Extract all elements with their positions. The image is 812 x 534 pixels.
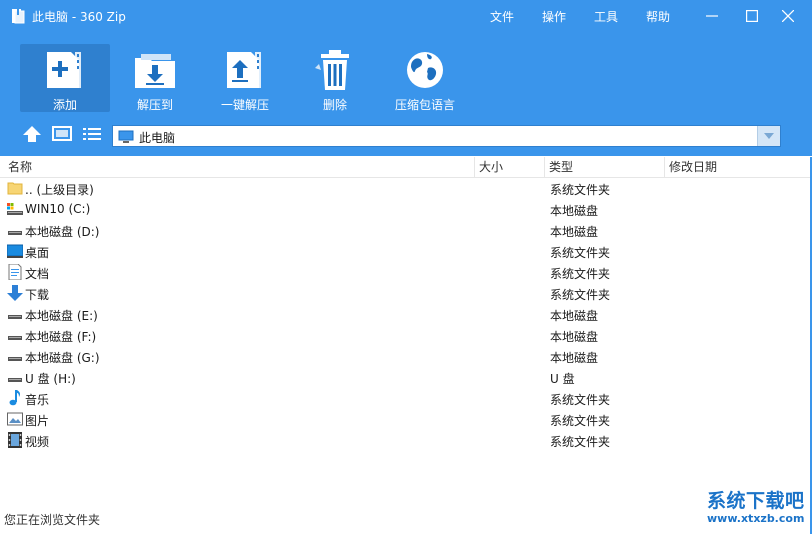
extract-to-icon bbox=[135, 54, 175, 88]
watermark-url: www.xtxzb.com bbox=[707, 512, 805, 525]
item-name: 下载 bbox=[25, 288, 50, 302]
list-item[interactable]: 桌面 系统文件夹 bbox=[0, 241, 812, 262]
list-item[interactable]: 本地磁盘 (E:) 本地磁盘 bbox=[0, 304, 812, 325]
this-pc-icon bbox=[118, 130, 134, 147]
list-item[interactable]: 音乐 系统文件夹 bbox=[0, 388, 812, 409]
watermark-logo: 系统下载吧 bbox=[707, 490, 805, 512]
document-icon bbox=[7, 263, 23, 281]
drive-icon bbox=[7, 327, 23, 343]
system-drive-icon bbox=[7, 201, 23, 217]
item-type: 系统文件夹 bbox=[550, 435, 611, 449]
menu-operation[interactable]: 操作 bbox=[542, 8, 566, 25]
item-name: 桌面 bbox=[25, 246, 50, 260]
close-button[interactable] bbox=[766, 0, 812, 32]
globe-icon bbox=[407, 52, 443, 88]
drive-icon bbox=[7, 348, 23, 364]
archive-language-button[interactable]: 压缩包语言 bbox=[380, 44, 470, 112]
list-item[interactable]: 本地磁盘 (F:) 本地磁盘 bbox=[0, 325, 812, 346]
list-item[interactable]: .. (上级目录) 系统文件夹 bbox=[0, 178, 812, 199]
delete-label: 删除 bbox=[322, 98, 347, 112]
item-type: 本地磁盘 bbox=[550, 204, 599, 218]
up-folder-button[interactable] bbox=[22, 125, 42, 143]
item-name: 本地磁盘 (D:) bbox=[25, 225, 100, 239]
parent-folder-icon bbox=[7, 180, 23, 196]
up-arrow-icon bbox=[23, 126, 41, 142]
item-name: 图片 bbox=[25, 414, 50, 428]
item-type: 本地磁盘 bbox=[550, 309, 599, 323]
archive-language-label: 压缩包语言 bbox=[394, 98, 455, 112]
list-item[interactable]: U 盘 (H:) U 盘 bbox=[0, 367, 812, 388]
item-type: 系统文件夹 bbox=[550, 288, 611, 302]
item-name: 本地磁盘 (E:) bbox=[25, 309, 98, 323]
item-name: U 盘 (H:) bbox=[25, 372, 76, 386]
list-item[interactable]: 文档 系统文件夹 bbox=[0, 262, 812, 283]
menu-help[interactable]: 帮助 bbox=[646, 8, 670, 25]
header-type[interactable]: 类型 bbox=[545, 157, 665, 177]
list-view-button[interactable] bbox=[82, 125, 102, 143]
header-name[interactable]: 名称 bbox=[4, 157, 475, 177]
item-type: 本地磁盘 bbox=[550, 330, 599, 344]
minimize-icon bbox=[706, 15, 718, 17]
title-bar: 此电脑 - 360 Zip 文件 操作 工具 帮助 bbox=[0, 0, 812, 32]
add-button-label: 添加 bbox=[52, 98, 77, 112]
item-name: 本地磁盘 (G:) bbox=[25, 351, 100, 365]
delete-button[interactable]: 删除 bbox=[290, 44, 380, 112]
thumbnail-view-button[interactable] bbox=[52, 125, 72, 143]
item-type: 系统文件夹 bbox=[550, 267, 611, 281]
toolbar: 添加 解压到 一键解压 删除 压缩包语言 此电脑 bbox=[0, 32, 812, 156]
close-icon bbox=[782, 10, 794, 22]
item-name: 音乐 bbox=[25, 393, 50, 407]
list-item[interactable]: 本地磁盘 (G:) 本地磁盘 bbox=[0, 346, 812, 367]
trash-icon bbox=[315, 50, 349, 90]
item-type: U 盘 bbox=[550, 372, 575, 386]
address-dropdown-button[interactable] bbox=[757, 126, 780, 146]
item-name: WIN10 (C:) bbox=[25, 202, 91, 216]
address-path: 此电脑 bbox=[139, 131, 176, 145]
window-title: 此电脑 - 360 Zip bbox=[32, 10, 126, 24]
list-item[interactable]: 本地磁盘 (D:) 本地磁盘 bbox=[0, 220, 812, 241]
drive-icon bbox=[7, 222, 23, 238]
extract-to-button[interactable]: 解压到 bbox=[110, 44, 200, 112]
menu-file[interactable]: 文件 bbox=[490, 8, 514, 25]
address-bar[interactable]: 此电脑 bbox=[112, 125, 781, 147]
column-header: 名称 大小 类型 修改日期 bbox=[0, 157, 812, 178]
item-name: .. (上级目录) bbox=[25, 183, 94, 197]
item-type: 本地磁盘 bbox=[550, 351, 599, 365]
video-icon bbox=[7, 432, 23, 448]
picture-icon bbox=[7, 411, 23, 427]
usb-drive-icon bbox=[7, 369, 23, 385]
one-click-extract-icon bbox=[227, 52, 261, 88]
thumbnail-view-icon bbox=[52, 126, 72, 141]
item-type: 系统文件夹 bbox=[550, 393, 611, 407]
list-view-icon bbox=[83, 128, 101, 140]
menu-tools[interactable]: 工具 bbox=[594, 8, 618, 25]
chevron-down-icon bbox=[764, 133, 774, 139]
one-click-extract-label: 一键解压 bbox=[220, 98, 269, 112]
item-name: 视频 bbox=[25, 435, 50, 449]
header-size[interactable]: 大小 bbox=[475, 157, 545, 177]
add-button[interactable]: 添加 bbox=[20, 44, 110, 112]
item-type: 系统文件夹 bbox=[550, 183, 611, 197]
one-click-extract-button[interactable]: 一键解压 bbox=[200, 44, 290, 112]
drive-icon bbox=[7, 306, 23, 322]
item-type: 系统文件夹 bbox=[550, 246, 611, 260]
list-item[interactable]: 图片 系统文件夹 bbox=[0, 409, 812, 430]
list-item[interactable]: 视频 系统文件夹 bbox=[0, 430, 812, 451]
app-window: 此电脑 - 360 Zip 文件 操作 工具 帮助 添加 解压到 一键解压 删除… bbox=[0, 0, 812, 534]
music-icon bbox=[7, 390, 23, 406]
item-type: 本地磁盘 bbox=[550, 225, 599, 239]
app-logo-icon bbox=[11, 8, 25, 24]
item-name: 本地磁盘 (F:) bbox=[25, 330, 97, 344]
download-icon bbox=[7, 285, 23, 301]
add-to-archive-icon bbox=[47, 52, 81, 88]
extract-to-label: 解压到 bbox=[136, 98, 173, 112]
header-modified[interactable]: 修改日期 bbox=[665, 157, 810, 177]
list-item[interactable]: 下载 系统文件夹 bbox=[0, 283, 812, 304]
desktop-icon bbox=[6, 243, 24, 259]
maximize-icon bbox=[746, 10, 758, 22]
list-item[interactable]: WIN10 (C:) 本地磁盘 bbox=[0, 199, 812, 220]
status-bar-text: 您正在浏览文件夹 bbox=[4, 513, 101, 527]
item-type: 系统文件夹 bbox=[550, 414, 611, 428]
item-name: 文档 bbox=[25, 267, 50, 281]
